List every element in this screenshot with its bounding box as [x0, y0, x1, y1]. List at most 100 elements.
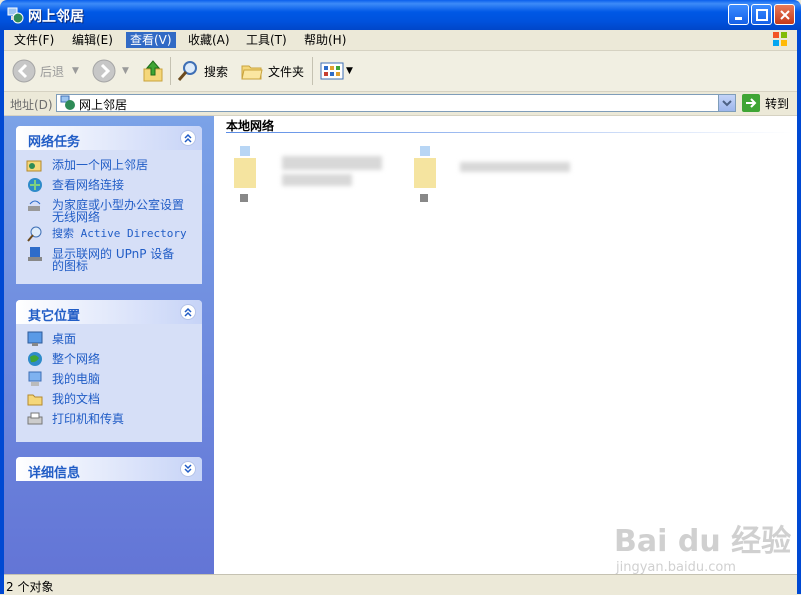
desktop-icon	[27, 331, 43, 346]
network-share-icon	[414, 146, 436, 202]
my-documents-icon	[27, 394, 43, 406]
place-printers-faxes[interactable]: 打印机和传真	[16, 410, 202, 428]
network-places-icon	[60, 95, 75, 110]
menu-edit[interactable]: 编辑(E)	[68, 32, 117, 48]
forward-button[interactable]: ▼	[92, 57, 129, 85]
task-label: 搜索 Active Directory	[52, 227, 187, 240]
views-dropdown-icon[interactable]: ▼	[346, 66, 353, 76]
place-my-documents[interactable]: 我的文档	[16, 390, 202, 408]
task-upnp-devices[interactable]: 显示联网的 UPnP 设备的图标	[16, 245, 202, 272]
group-divider	[226, 132, 792, 133]
network-places-icon	[7, 7, 24, 24]
menu-help[interactable]: 帮助(H)	[300, 32, 350, 48]
place-my-computer[interactable]: 我的电脑	[16, 370, 202, 388]
task-label: 桌面	[52, 332, 77, 346]
network-share-icon	[234, 146, 256, 202]
status-bar: 2 个对象	[4, 574, 797, 594]
title-bar[interactable]: 网上邻居	[0, 0, 801, 30]
search-label: 搜索	[204, 64, 229, 79]
back-arrow-icon	[12, 59, 36, 83]
menu-file[interactable]: 文件(F)	[10, 32, 58, 48]
search-button[interactable]: 搜索	[176, 57, 228, 85]
search-directory-icon	[27, 226, 42, 242]
watermark-brand: Bai du 经验	[614, 524, 792, 559]
my-computer-icon	[28, 371, 42, 386]
maximize-icon	[755, 8, 768, 21]
panel-title: 网络任务	[28, 135, 81, 150]
task-add-network-place[interactable]: 添加一个网上邻居	[16, 156, 202, 174]
network-share-item[interactable]	[410, 146, 580, 206]
double-chevron-up-icon	[184, 133, 192, 143]
task-view-connections[interactable]: 查看网络连接	[16, 176, 202, 194]
task-pane: 网络任务 添加一个网上邻居 查看网络连接 为家庭或小型办公室设置无线网络 搜索 …	[4, 116, 214, 574]
expand-button[interactable]	[180, 461, 196, 477]
details-header[interactable]: 详细信息	[16, 457, 202, 481]
wireless-setup-icon	[28, 200, 41, 211]
maximize-button[interactable]	[751, 4, 772, 25]
close-button[interactable]	[774, 4, 795, 25]
place-entire-network[interactable]: 整个网络	[16, 350, 202, 368]
up-button[interactable]	[142, 57, 164, 85]
search-icon	[177, 61, 197, 81]
task-label: 添加一个网上邻居	[52, 158, 149, 172]
collapse-button[interactable]	[180, 304, 196, 320]
address-value: 网上邻居	[79, 98, 128, 112]
panel-title: 其它位置	[28, 309, 81, 324]
back-dropdown-icon[interactable]: ▼	[72, 66, 79, 76]
views-icon	[320, 62, 344, 80]
watermark-url: jingyan.baidu.com	[616, 560, 736, 575]
window-title: 网上邻居	[28, 9, 84, 25]
other-places-header[interactable]: 其它位置	[16, 300, 202, 324]
menu-view[interactable]: 查看(V)	[126, 32, 176, 48]
watermark: Bai du 经验 jingyan.baidu.com	[614, 516, 791, 575]
content-area: 本地网络 Bai du 经验 jingyan.baidu.com	[214, 116, 797, 575]
place-desktop[interactable]: 桌面	[16, 330, 202, 348]
blurred-label	[282, 174, 352, 186]
menu-tools[interactable]: 工具(T)	[242, 32, 291, 48]
close-icon	[779, 9, 790, 20]
details-panel: 详细信息	[16, 457, 202, 481]
task-label: 为家庭或小型办公室设置无线网络	[52, 198, 185, 224]
task-label: 显示联网的 UPnP 设备的图标	[52, 247, 175, 273]
add-network-place-icon	[26, 160, 42, 172]
minimize-button[interactable]	[728, 4, 749, 25]
forward-dropdown-icon[interactable]: ▼	[122, 66, 129, 76]
printer-icon	[27, 412, 43, 425]
views-button[interactable]: ▼	[320, 57, 353, 85]
other-places-panel: 其它位置 桌面 整个网络 我的电脑 我的文档 打印机和传真	[16, 300, 202, 442]
double-chevron-up-icon	[184, 307, 192, 317]
task-wireless-setup[interactable]: 为家庭或小型办公室设置无线网络	[16, 196, 202, 223]
folder-icon	[241, 65, 263, 80]
go-arrow-icon	[742, 94, 760, 112]
task-label: 我的文档	[52, 392, 101, 406]
go-label: 转到	[765, 96, 790, 111]
address-bar: 地址(D) 网上邻居 转到	[4, 92, 797, 116]
menu-bar: 文件(F) 编辑(E) 查看(V) 收藏(A) 工具(T) 帮助(H)	[4, 30, 797, 51]
task-search-directory[interactable]: 搜索 Active Directory	[16, 225, 202, 243]
task-label: 我的电脑	[52, 372, 101, 386]
go-button[interactable]: 转到	[742, 94, 789, 112]
task-label: 整个网络	[52, 352, 101, 366]
task-label: 打印机和传真	[52, 412, 125, 426]
toolbar-separator	[312, 57, 313, 85]
upnp-device-icon	[28, 247, 42, 261]
network-connections-icon	[28, 178, 42, 192]
chevron-down-icon	[722, 100, 732, 107]
menu-favorites[interactable]: 收藏(A)	[184, 32, 234, 48]
network-share-item[interactable]	[230, 146, 390, 206]
address-input[interactable]: 网上邻居	[56, 94, 736, 112]
toolbar-separator	[170, 57, 171, 85]
folders-label: 文件夹	[268, 64, 305, 79]
collapse-button[interactable]	[180, 130, 196, 146]
status-text: 2 个对象	[6, 580, 54, 594]
back-label: 后退	[40, 64, 65, 79]
back-button[interactable]: 后退 ▼	[12, 57, 79, 85]
address-dropdown-button[interactable]	[718, 95, 735, 111]
folders-button[interactable]: 文件夹	[240, 57, 304, 85]
window-frame-right	[797, 30, 801, 594]
folder-up-icon	[143, 60, 163, 82]
globe-icon	[28, 352, 42, 366]
network-tasks-header[interactable]: 网络任务	[16, 126, 202, 150]
blurred-label	[282, 156, 382, 170]
windows-logo-icon	[768, 30, 792, 50]
